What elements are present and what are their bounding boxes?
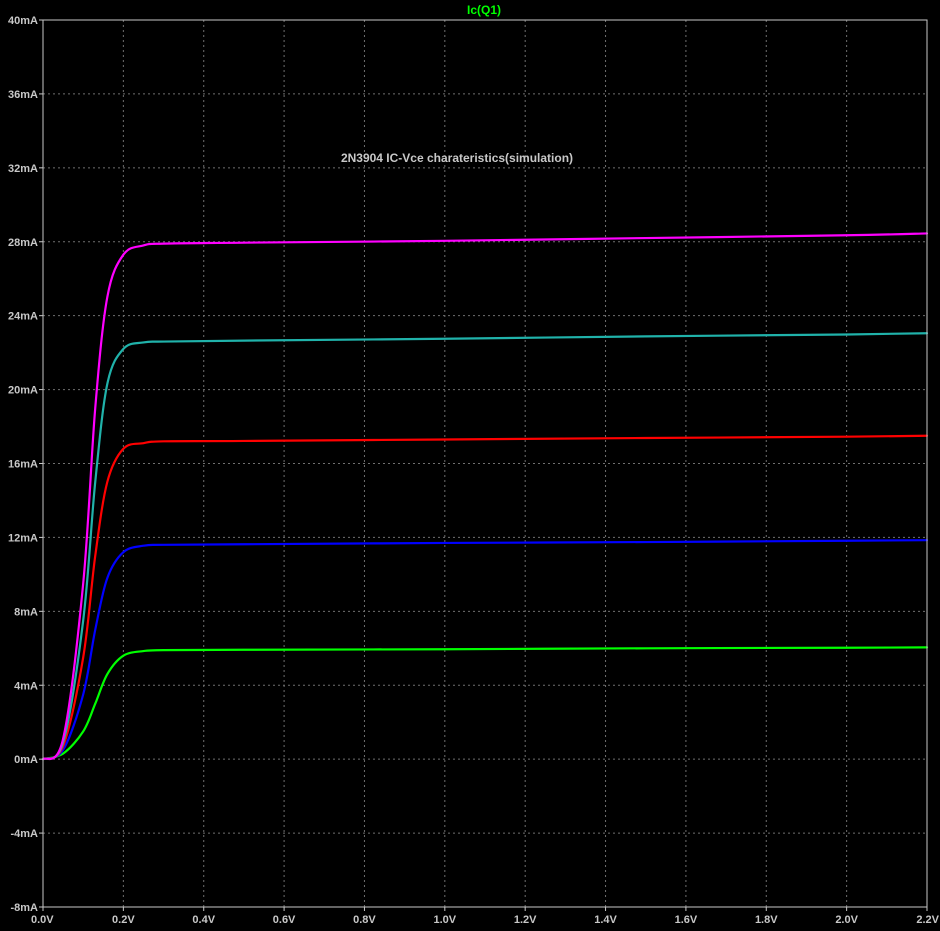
- x-tick-label: 0.0V: [31, 914, 54, 926]
- y-tick-label: 20mA: [8, 385, 38, 397]
- chart-background: [0, 0, 940, 931]
- y-tick-label: 4mA: [14, 680, 38, 692]
- chart: 0.0V 0.2V 0.4V 0.6V 0.8V 1.0V 1.2V 1.4V 1.6V 1.8V…: [0, 0, 940, 931]
- x-tick-label: 1.2V: [514, 914, 537, 926]
- y-tick-label: 16mA: [8, 459, 38, 471]
- x-tick-label: 1.0V: [433, 914, 456, 926]
- y-tick-label: 0mA: [14, 754, 38, 766]
- y-tick-label: -4mA: [10, 828, 38, 840]
- y-tick-label: 12mA: [8, 532, 38, 544]
- x-tick-label: 0.6V: [273, 914, 296, 926]
- x-tick-label: 0.2V: [112, 914, 135, 926]
- y-tick-label: 40mA: [8, 15, 38, 27]
- y-tick-label: 24mA: [8, 311, 38, 323]
- x-tick-label: 1.6V: [675, 914, 698, 926]
- y-tick-label: 28mA: [8, 237, 38, 249]
- x-tick-label: 2.0V: [835, 914, 858, 926]
- x-tick-label: 1.4V: [594, 914, 617, 926]
- x-tick-label: 2.2V: [916, 914, 939, 926]
- y-tick-label: 32mA: [8, 163, 38, 175]
- chart-annotation: 2N3904 IC-Vce charateristics(simulation): [341, 151, 573, 165]
- x-tick-label: 1.8V: [755, 914, 778, 926]
- x-tick-label: 0.8V: [353, 914, 376, 926]
- y-tick-label: 8mA: [14, 606, 38, 618]
- x-tick-label: 0.4V: [192, 914, 215, 926]
- y-tick-label: 36mA: [8, 89, 38, 101]
- trace-title: Ic(Q1): [467, 3, 501, 17]
- y-tick-label: -8mA: [10, 902, 38, 914]
